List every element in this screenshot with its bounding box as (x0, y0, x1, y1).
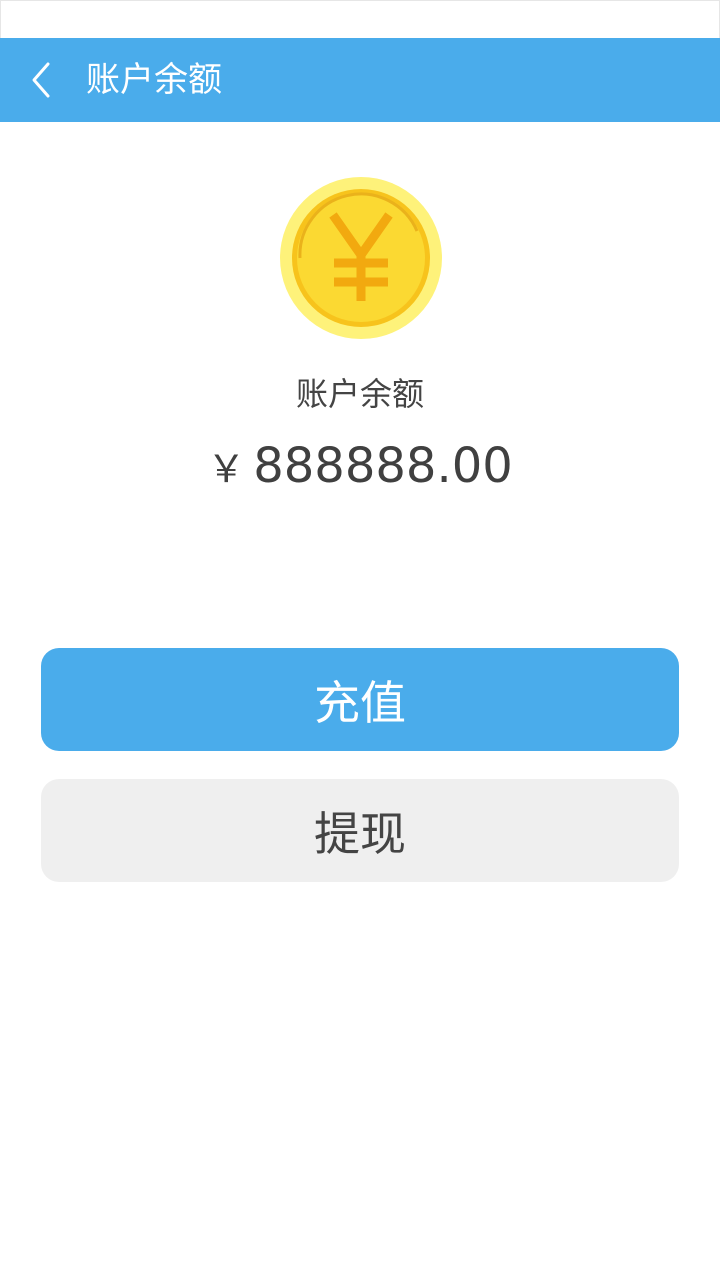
back-button[interactable] (20, 56, 68, 104)
top-navigation-bar: 账户余额 (0, 38, 720, 122)
status-bar (0, 0, 720, 38)
page-title: 账户余额 (86, 60, 222, 100)
balance-amount: ￥ 888888.00 (0, 436, 720, 499)
balance-label: 账户余额 (295, 375, 424, 413)
chevron-left-icon (32, 62, 50, 98)
recharge-button[interactable]: 充值 (41, 648, 679, 751)
yuan-coin-icon (280, 177, 442, 339)
currency-symbol: ￥ (207, 447, 246, 491)
balance-value: 888888.00 (253, 438, 513, 494)
withdraw-button[interactable]: 提现 (41, 779, 679, 882)
